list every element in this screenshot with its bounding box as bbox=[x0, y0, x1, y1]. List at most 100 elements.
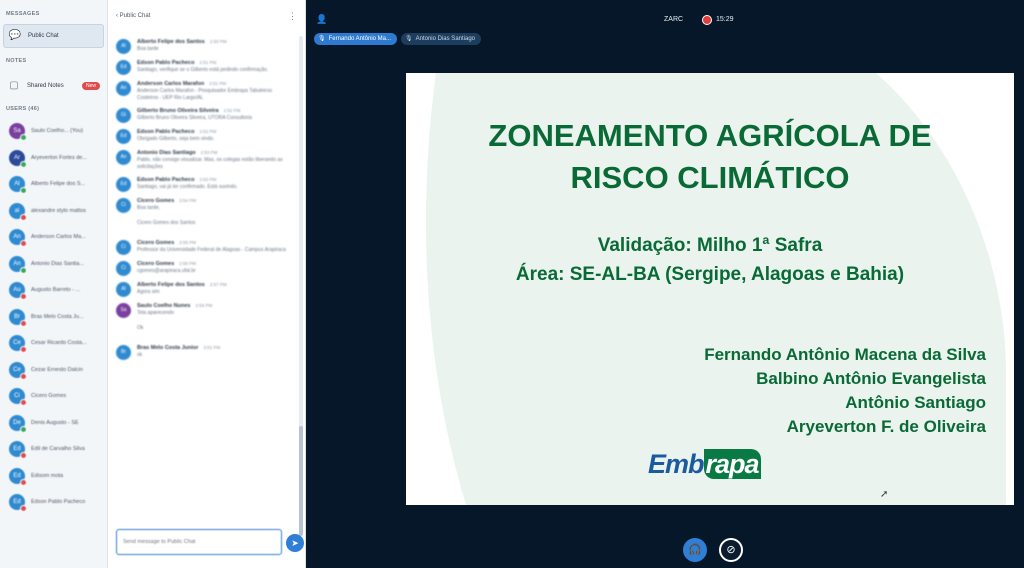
chat-message-time: 2:51 PM bbox=[209, 81, 226, 86]
presentation-area: 👤 ZARC 15:29 🎙 Fernando Antônio Ma... 🎙 An… bbox=[306, 0, 1024, 568]
user-list-item[interactable]: Ed Edson Pablo Pacheco bbox=[0, 489, 107, 516]
chat-icon: 💬 bbox=[8, 30, 22, 41]
avatar-initials: Ci bbox=[121, 244, 126, 250]
talker-badge-2[interactable]: 🎙 Antonio Dias Santiago bbox=[401, 33, 481, 45]
avatar-initials: Al bbox=[121, 286, 126, 292]
chat-message-text: Anderson Carlos Marafon - Pesquisador Em… bbox=[137, 88, 272, 101]
chat-message-author: Bras Melo Costa Junior bbox=[137, 345, 199, 351]
user-status-dot bbox=[20, 319, 27, 327]
chat-message: Br Bras Melo Costa Junior 3:01 PM ok bbox=[108, 342, 297, 363]
mic-icon: 🎙 bbox=[318, 36, 326, 42]
chat-message-time: 2:53 PM bbox=[200, 150, 218, 155]
talker-badge-1[interactable]: 🎙 Fernando Antônio Ma... bbox=[314, 33, 397, 45]
avatar-initials: An bbox=[13, 234, 21, 241]
avatar-initials: Br bbox=[14, 313, 20, 320]
logo-text-2: rapa bbox=[703, 449, 761, 479]
chat-message-body: Anderson Carlos Marafon 2:51 PM Anderson C… bbox=[137, 81, 289, 102]
user-status-dot bbox=[20, 346, 27, 354]
audio-headphones-button[interactable]: 🎧 bbox=[683, 538, 707, 562]
user-status-dot bbox=[20, 134, 27, 142]
chat-message: Ci Cicero Gomes 2:56 PM cgomes@arapiraca.uf… bbox=[108, 258, 297, 279]
chat-message-time: 2:54 PM bbox=[179, 198, 197, 203]
avatar-initials: Sa bbox=[13, 128, 21, 135]
avatar-initials: Au bbox=[13, 287, 21, 294]
public-chat-item[interactable]: 💬 Public Chat bbox=[3, 24, 104, 48]
avatar: An bbox=[116, 81, 131, 96]
user-icon[interactable]: 👤 bbox=[316, 14, 327, 25]
messages-section-label: MESSAGES bbox=[6, 11, 40, 17]
user-name: Saulo Coelho... (You) bbox=[31, 128, 84, 135]
avatar: Br bbox=[116, 345, 131, 360]
camera-toggle-button[interactable]: ⊘ bbox=[719, 538, 743, 562]
chat-message-author: Edson Pablo Pacheco bbox=[137, 129, 195, 135]
notes-section-label: NOTES bbox=[6, 58, 27, 64]
chat-message: Sa Saulo Coelho Nunes 2:59 PM Tela aparecen… bbox=[108, 300, 297, 321]
user-list-item[interactable]: al alexandre stylo mattos bbox=[0, 198, 107, 225]
avatar: Ci bbox=[116, 261, 131, 276]
chat-message-text: Santiago, vai já ter confirmado. Está ou… bbox=[137, 184, 238, 190]
avatar: Ed bbox=[9, 494, 27, 513]
avatar-initials: Br bbox=[121, 349, 126, 355]
chat-message-body: Alberto Felipe dos Santos 2:57 PM Agora si… bbox=[137, 282, 289, 297]
user-list-item[interactable]: An Antonio Dias Santia... bbox=[0, 251, 107, 278]
user-list-item[interactable]: De Denis Augusto - SE bbox=[0, 410, 107, 437]
user-name: Edisom mota bbox=[31, 472, 64, 479]
avatar: Gi bbox=[116, 108, 131, 123]
chat-message-text: Pablo, não consigo visualizar. Mas, os c… bbox=[137, 157, 283, 170]
shared-notes-item[interactable]: ▢ Shared Notes New bbox=[3, 74, 104, 98]
send-message-button[interactable]: ➤ bbox=[286, 534, 304, 552]
chat-message-text: Gilberto Bruno Oliveira Silveira, UTORA … bbox=[137, 115, 252, 121]
chat-message: Al Alberto Felipe dos Santos 2:57 PM Agora … bbox=[108, 279, 297, 300]
chat-back-button[interactable]: ‹ Public Chat bbox=[116, 13, 150, 19]
avatar-initials: An bbox=[120, 85, 127, 91]
user-name: alexandre stylo mattos bbox=[31, 207, 87, 214]
user-list-item[interactable]: Ed Edisom mota bbox=[0, 463, 107, 490]
chat-message: Ci Cicero Gomes 2:54 PM Boa tarde, bbox=[108, 195, 297, 216]
user-name: Edson Pablo Pacheco bbox=[31, 499, 86, 506]
chat-message-author: Alberto Felipe dos Santos bbox=[137, 39, 205, 45]
slide-author-1: Fernando Antônio Macena da Silva bbox=[704, 345, 986, 364]
avatar: Sa bbox=[9, 123, 27, 142]
chat-scrollbar-thumb[interactable] bbox=[299, 426, 303, 536]
chat-message-input[interactable] bbox=[116, 529, 282, 555]
slide-subtitle: Validação: Milho 1ª Safra Área: SE-AL-BA… bbox=[406, 231, 1014, 289]
chat-options-icon[interactable]: ⋮ bbox=[288, 11, 297, 22]
avatar: Sa bbox=[116, 303, 131, 318]
user-list-item[interactable]: Ar Aryeverton Fortes de... bbox=[0, 145, 107, 172]
user-list-item[interactable]: Al Alberto Felipe dos S... bbox=[0, 171, 107, 198]
user-status-dot bbox=[20, 399, 27, 407]
user-list-item[interactable]: Ce Cesar Ricardo Costa... bbox=[0, 330, 107, 357]
chat-message-time: 2:51 PM bbox=[199, 60, 217, 65]
user-list-item[interactable]: Au Augusto Barreto - ... bbox=[0, 277, 107, 304]
avatar-initials: Ar bbox=[14, 154, 20, 161]
avatar: Au bbox=[9, 282, 27, 301]
avatar: Ce bbox=[9, 335, 27, 354]
talker-name-2: Antonio Dias Santiago bbox=[415, 36, 475, 42]
chat-message-body: Edson Pablo Pacheco 2:52 PM Obrigado Gilbe… bbox=[137, 129, 289, 144]
user-list-item[interactable]: Ed Edil de Carvalho Silva bbox=[0, 436, 107, 463]
chat-message-author: Edson Pablo Pacheco bbox=[137, 60, 195, 66]
user-list-item[interactable]: Br Bras Melo Costa Ju... bbox=[0, 304, 107, 331]
user-list-item[interactable]: An Anderson Carlos Ma... bbox=[0, 224, 107, 251]
chat-message: Gi Gilberto Bruno Oliveira Silveira 2:52 P… bbox=[108, 105, 297, 126]
slide-title: ZONEAMENTO AGRÍCOLA DE RISCO CLIMÁTICO bbox=[406, 115, 1014, 199]
user-list-item[interactable]: Ci Cicero Gomes bbox=[0, 383, 107, 410]
chat-message-time: 2:52 PM bbox=[199, 129, 217, 134]
chat-message: An Antonio Dias Santiago 2:53 PM Pablo, não… bbox=[108, 147, 297, 174]
chat-message: CiCicero Gomes dos Santos bbox=[108, 216, 297, 237]
recording-indicator-icon[interactable] bbox=[702, 15, 712, 25]
users-section-label: USERS (46) bbox=[6, 106, 40, 112]
chat-message: Ci Cicero Gomes 2:55 PM Professor da Univer… bbox=[108, 237, 297, 258]
avatar-initials: Al bbox=[121, 43, 126, 49]
user-list-item[interactable]: Ce Cezar Ernesto Dalcin bbox=[0, 357, 107, 384]
user-list-item[interactable]: Sa Saulo Coelho... (You) bbox=[0, 118, 107, 145]
avatar-initials: Ci bbox=[121, 265, 126, 271]
avatar-initials: Ce bbox=[13, 340, 21, 347]
chat-scrollbar[interactable] bbox=[299, 36, 303, 536]
user-status-dot bbox=[20, 372, 27, 380]
avatar: An bbox=[9, 229, 27, 248]
mouse-cursor-icon: ➚ bbox=[880, 489, 889, 500]
chat-message-text: Cicero Gomes dos Santos bbox=[137, 220, 196, 226]
chat-message-body: Cicero Gomes 2:54 PM Boa tarde, bbox=[137, 198, 289, 213]
slide-authors: Fernando Antônio Macena da Silva Balbino… bbox=[704, 343, 986, 439]
